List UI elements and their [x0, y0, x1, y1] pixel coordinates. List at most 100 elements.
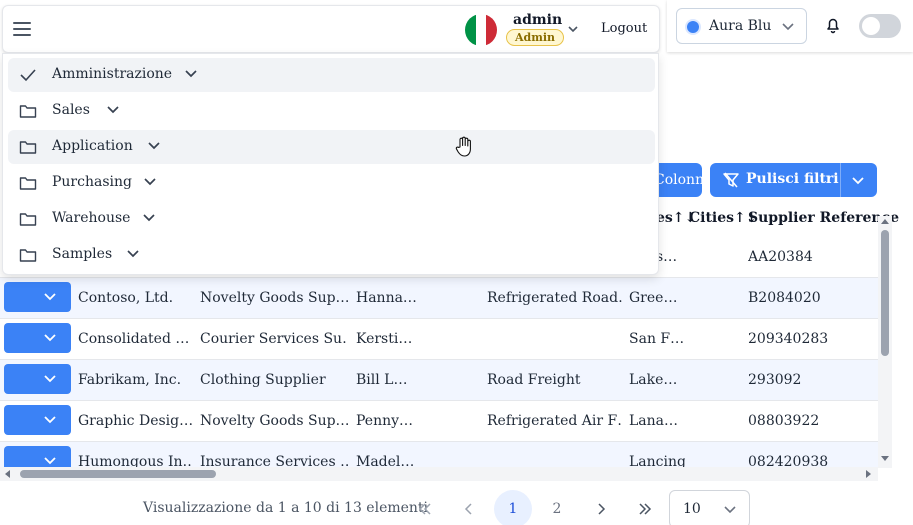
vertical-scrollbar[interactable] [878, 216, 892, 468]
hamburger-menu-icon[interactable] [13, 22, 31, 36]
italian-flag-icon[interactable] [465, 14, 497, 46]
chevron-down-icon [724, 506, 736, 514]
table-cell: Road Freight [487, 372, 581, 388]
menu-item-amministrazione[interactable]: Amministrazione [8, 58, 655, 92]
next-page-button[interactable] [582, 490, 620, 525]
clear-filters-button[interactable]: Pulisci filtri [710, 163, 877, 197]
folder-icon [19, 141, 37, 154]
rows-per-page-select[interactable]: 10 [669, 490, 750, 525]
table-cell: Refrigerated Road… [487, 290, 623, 306]
folder-icon [19, 177, 37, 190]
menu-item-label: Sales [52, 102, 90, 118]
chevron-down-icon[interactable] [143, 176, 157, 188]
chevron-down-icon [44, 293, 56, 301]
table-cell: San F… [629, 331, 685, 347]
logout-button[interactable]: Logout [601, 21, 647, 36]
table-cell: Gree… [629, 290, 678, 306]
chevron-down-icon [44, 416, 56, 424]
theme-select-label: Aura Blu [709, 18, 772, 34]
page-button-2[interactable]: 2 [538, 490, 576, 525]
table-row[interactable]: Fabrikam, Inc. Clothing Supplier Bill L…… [0, 360, 878, 401]
first-page-button[interactable] [406, 490, 444, 525]
menu-item-samples[interactable]: Samples [8, 238, 655, 272]
table-cell: Refrigerated Air F… [487, 413, 623, 429]
hand-cursor-icon [455, 136, 471, 157]
menu-item-label: Warehouse [52, 210, 131, 226]
table-cell: Novelty Goods Sup… [200, 290, 348, 306]
split-divider [840, 163, 841, 197]
theme-select[interactable]: Aura Blu [676, 8, 807, 44]
table-cell: Bill L… [356, 372, 408, 388]
dark-mode-toggle[interactable] [859, 14, 901, 38]
menu-item-label: Samples [52, 246, 113, 262]
table-cell: Penny… [356, 413, 414, 429]
table-cell: 082420938 [748, 454, 829, 468]
table-cell: Madel… [356, 454, 415, 468]
table-cell: Lancing [629, 454, 685, 468]
table-cell: Consolidated … [78, 331, 190, 347]
scroll-down-arrow-icon[interactable] [881, 454, 889, 462]
menu-item-sales[interactable]: Sales [8, 94, 655, 128]
table-row[interactable]: Consolidated … Courier Services Su… Kers… [0, 319, 878, 360]
scroll-right-arrow-icon[interactable] [864, 470, 872, 478]
row-expand-button[interactable] [4, 446, 71, 468]
table-cell: Clothing Supplier [200, 372, 326, 388]
table-cell: Hanna… [356, 290, 417, 306]
chevron-down-icon[interactable] [147, 140, 161, 152]
double-chevron-right-icon [639, 503, 652, 515]
table-cell: Novelty Goods Sup… [200, 413, 348, 429]
menu-item-warehouse[interactable]: Warehouse [8, 202, 655, 236]
scroll-left-arrow-icon[interactable] [4, 470, 12, 478]
table-cell: s… [656, 249, 678, 265]
chevron-down-icon[interactable] [126, 248, 140, 260]
table-cell: B2084020 [748, 290, 821, 306]
chevron-down-icon [44, 375, 56, 383]
chevron-down-icon[interactable] [142, 212, 156, 224]
table-cell: Kersti… [356, 331, 413, 347]
user-name[interactable]: admin [513, 12, 562, 28]
role-badge: Admin [506, 29, 565, 46]
table-cell: AA20384 [748, 249, 813, 265]
chevron-down-icon[interactable] [849, 171, 867, 189]
row-expand-button[interactable] [4, 405, 71, 435]
table-cell: Fabrikam, Inc. [78, 372, 182, 388]
table-row[interactable]: Humongous In… Insurance Services … Madel… [0, 442, 878, 468]
chevron-down-icon [782, 23, 794, 31]
vertical-scrollbar-thumb[interactable] [881, 230, 889, 356]
last-page-button[interactable] [626, 490, 664, 525]
theme-panel: Aura Blu [667, 0, 913, 52]
menu-item-purchasing[interactable]: Purchasing [8, 166, 655, 200]
menu-item-label: Application [52, 138, 133, 154]
columns-button-label: Colonne [654, 172, 702, 188]
row-expand-button[interactable] [4, 364, 71, 394]
prev-page-button[interactable] [450, 490, 488, 525]
menu-item-application[interactable]: Application [8, 130, 655, 164]
row-expand-button[interactable] [4, 323, 71, 353]
chevron-left-icon [464, 503, 472, 515]
clear-filters-label: Pulisci filtri [746, 171, 839, 187]
navigation-menu: Amministrazione Sales Application Purcha… [2, 53, 659, 275]
filter-slash-icon [723, 172, 739, 188]
chevron-down-icon [44, 334, 56, 342]
table-cell: Contoso, Ltd. [78, 290, 174, 306]
chevron-right-icon [598, 503, 606, 515]
chevron-down-icon[interactable] [184, 68, 198, 80]
table-row[interactable]: Graphic Desig… Novelty Goods Sup… Penny…… [0, 401, 878, 442]
table-cell: Lake… [629, 372, 678, 388]
chevron-down-icon[interactable] [566, 22, 580, 36]
scroll-up-arrow-icon[interactable] [881, 218, 889, 226]
bell-icon[interactable] [824, 16, 842, 34]
row-expand-button[interactable] [4, 282, 71, 312]
check-icon [20, 69, 36, 82]
chevron-down-icon[interactable] [106, 104, 120, 116]
folder-icon [19, 213, 37, 226]
menu-item-label: Purchasing [52, 174, 132, 190]
horizontal-scrollbar[interactable] [0, 467, 878, 481]
table-row[interactable]: Contoso, Ltd. Novelty Goods Sup… Hanna… … [0, 278, 878, 319]
top-bar: admin Admin Logout [2, 5, 660, 53]
chevron-down-icon [44, 457, 56, 465]
table-cell: Courier Services Su… [200, 331, 348, 347]
column-header-supplier-reference[interactable]: Supplier Reference [748, 210, 899, 238]
page-button-1[interactable]: 1 [494, 490, 532, 525]
horizontal-scrollbar-thumb[interactable] [20, 470, 216, 478]
